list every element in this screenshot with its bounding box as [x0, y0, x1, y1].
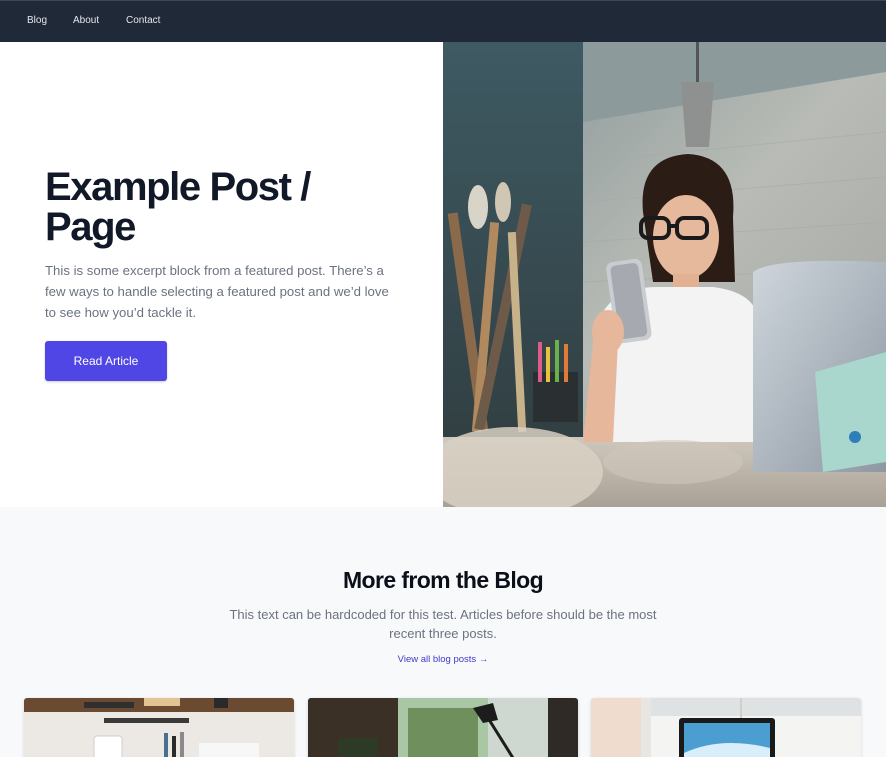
- featured-post-title: Example Post / Page: [45, 165, 311, 249]
- section-subtitle: This text can be hardcoded for this test…: [229, 607, 657, 641]
- view-all-posts-link[interactable]: View all blog posts →: [0, 654, 886, 665]
- more-from-blog-section: More from the Blog This text can be hard…: [0, 507, 886, 757]
- top-navigation: Blog About Contact: [0, 0, 886, 42]
- nav-link-contact[interactable]: Contact: [126, 15, 160, 26]
- section-title: More from the Blog: [342, 567, 544, 593]
- nav-link-blog[interactable]: Blog: [27, 15, 47, 26]
- read-article-button[interactable]: Read Article: [45, 341, 167, 381]
- featured-post-excerpt: This is some excerpt block from a featur…: [45, 263, 389, 320]
- featured-post-image: [443, 42, 886, 507]
- nav-link-about[interactable]: About: [73, 15, 99, 26]
- blog-card-image[interactable]: [308, 698, 578, 757]
- blog-card-image[interactable]: [24, 698, 294, 757]
- featured-post: Example Post / Page This is some excerpt…: [0, 42, 886, 507]
- blog-card-image[interactable]: [591, 698, 861, 757]
